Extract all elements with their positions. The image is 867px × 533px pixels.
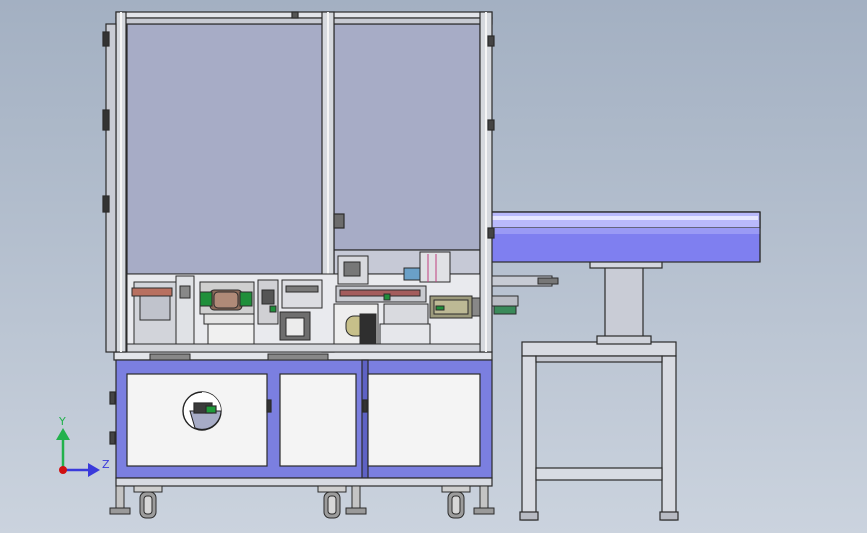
- conveyor-belt: [489, 211, 761, 263]
- casters: [109, 485, 495, 519]
- caster-middle: [317, 485, 367, 519]
- conveyor-stand: [519, 247, 679, 521]
- y-axis-label: Y: [58, 415, 66, 428]
- caster-left: [109, 485, 163, 519]
- conveyor-assembly: [489, 211, 761, 521]
- cabinet-door-right: [367, 373, 481, 467]
- axis-origin-icon: [59, 466, 67, 474]
- cabinet-fan-vent: [182, 391, 222, 431]
- caster-right: [441, 485, 495, 519]
- cad-viewport[interactable]: Y Z: [0, 0, 867, 533]
- z-axis-arrow-icon: [88, 463, 100, 477]
- axis-triad: Y Z: [56, 415, 110, 477]
- roller-assembly: [199, 281, 255, 345]
- y-axis-arrow-icon: [56, 428, 70, 440]
- cabinet-door-middle: [279, 373, 357, 467]
- base-cabinet: [109, 351, 493, 487]
- glass-panel-right: [333, 23, 481, 251]
- z-axis-label: Z: [102, 458, 110, 471]
- glass-panel-left: [126, 23, 324, 275]
